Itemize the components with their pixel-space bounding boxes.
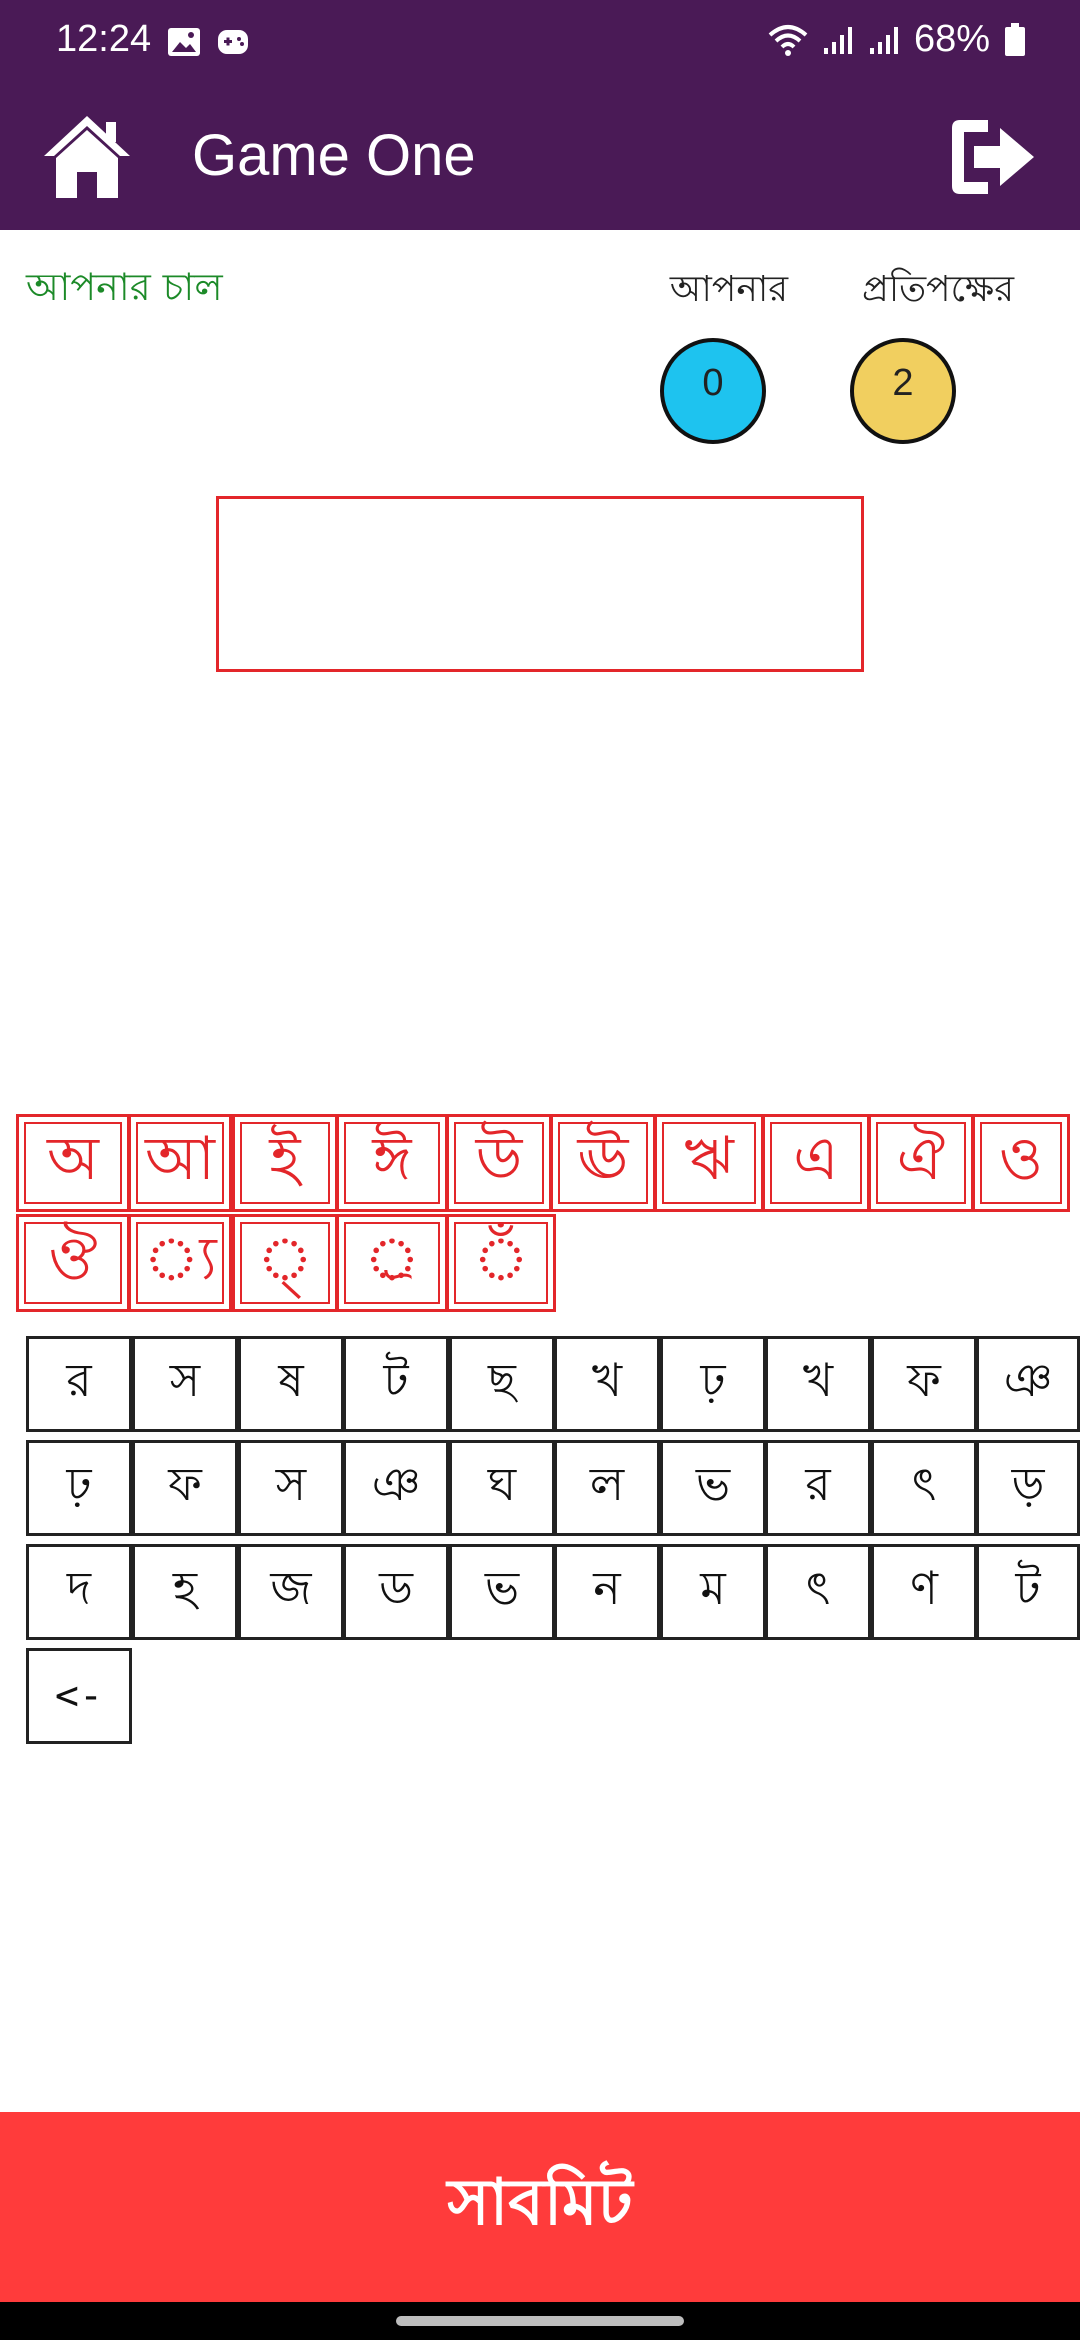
consonant-key[interactable]: ৎ	[765, 1544, 871, 1640]
game-notification-icon	[218, 30, 248, 54]
diacritic-key[interactable]: ্য	[128, 1214, 232, 1312]
backspace-button[interactable]: <-	[26, 1648, 132, 1744]
vowel-key[interactable]: এ	[762, 1114, 870, 1212]
consonant-key[interactable]: ষ	[238, 1336, 344, 1432]
home-icon[interactable]	[40, 112, 134, 202]
home-gesture-handle[interactable]	[396, 2316, 684, 2326]
consonant-key[interactable]: ভ	[660, 1440, 766, 1536]
vowel-key[interactable]: ঊ	[550, 1114, 656, 1212]
consonant-key[interactable]: ছ	[449, 1336, 555, 1432]
consonant-key[interactable]: হ	[132, 1544, 238, 1640]
vowel-key[interactable]: ঐ	[868, 1114, 974, 1212]
wifi-icon	[768, 24, 808, 56]
consonant-key[interactable]: ড়	[976, 1440, 1080, 1536]
consonant-key[interactable]: ণ	[871, 1544, 977, 1640]
consonant-key[interactable]: ঞ	[343, 1440, 449, 1536]
page-title: Game One	[192, 123, 476, 188]
vowel-key[interactable]: ঋ	[654, 1114, 764, 1212]
consonant-key[interactable]: দ	[26, 1544, 132, 1640]
turn-label: আপনার চাল	[26, 265, 223, 309]
consonant-key[interactable]: ড	[343, 1544, 449, 1640]
vowel-key[interactable]: আ	[128, 1114, 232, 1212]
vowel-key[interactable]: উ	[446, 1114, 552, 1212]
app-bar: Game One	[0, 84, 1080, 230]
opponent-score-badge: 2	[850, 338, 956, 444]
vowel-key[interactable]: ও	[972, 1114, 1070, 1212]
consonant-key[interactable]: জ	[238, 1544, 344, 1640]
consonant-key[interactable]: র	[765, 1440, 871, 1536]
consonant-key[interactable]: ট	[343, 1336, 449, 1432]
consonant-key[interactable]: ঢ়	[660, 1336, 766, 1432]
vowel-key[interactable]: ঔ	[16, 1214, 130, 1312]
status-time: 12:24	[56, 18, 152, 60]
battery-icon	[1005, 22, 1025, 56]
consonant-key[interactable]: স	[238, 1440, 344, 1536]
gallery-notification-icon	[168, 28, 200, 56]
consonant-key[interactable]: ঢ়	[26, 1440, 132, 1536]
battery-percent: 68%	[913, 18, 990, 60]
logout-icon[interactable]	[944, 112, 1040, 202]
consonant-key[interactable]: ন	[554, 1544, 660, 1640]
consonant-key[interactable]: র	[26, 1336, 132, 1432]
status-bar: 12:24 68%	[0, 0, 1080, 84]
signal-icon-2	[869, 26, 898, 54]
submit-button[interactable]: সাবমিট	[0, 2112, 1080, 2302]
consonant-key[interactable]: খ	[765, 1336, 871, 1432]
diacritic-key[interactable]: ঁ	[446, 1214, 556, 1312]
vowel-key[interactable]: ই	[232, 1114, 338, 1212]
consonant-key[interactable]: স	[132, 1336, 238, 1432]
diacritic-key[interactable]: ্	[232, 1214, 338, 1312]
consonant-key[interactable]: ফ	[132, 1440, 238, 1536]
word-display-box	[216, 496, 864, 672]
system-nav-bar	[0, 2302, 1080, 2340]
consonant-key[interactable]: ভ	[449, 1544, 555, 1640]
consonant-key[interactable]: ৎ	[871, 1440, 977, 1536]
consonant-key[interactable]: ঞ	[976, 1336, 1080, 1432]
consonant-key[interactable]: ল	[554, 1440, 660, 1536]
signal-icon-1	[823, 26, 852, 54]
vowel-key[interactable]: ঈ	[336, 1114, 448, 1212]
diacritic-key[interactable]: ্র	[336, 1214, 448, 1312]
consonant-key[interactable]: খ	[554, 1336, 660, 1432]
consonant-key[interactable]: ট	[976, 1544, 1080, 1640]
your-score-badge: 0	[660, 338, 766, 444]
vowel-key[interactable]: অ	[16, 1114, 130, 1212]
opponent-score-label: প্রতিপক্ষের	[861, 269, 1015, 310]
your-score-label: আপনার	[669, 269, 789, 310]
consonant-key[interactable]: ম	[660, 1544, 766, 1640]
status-right: 68%	[768, 18, 1026, 61]
consonant-key[interactable]: ফ	[871, 1336, 977, 1432]
consonant-key[interactable]: ঘ	[449, 1440, 555, 1536]
